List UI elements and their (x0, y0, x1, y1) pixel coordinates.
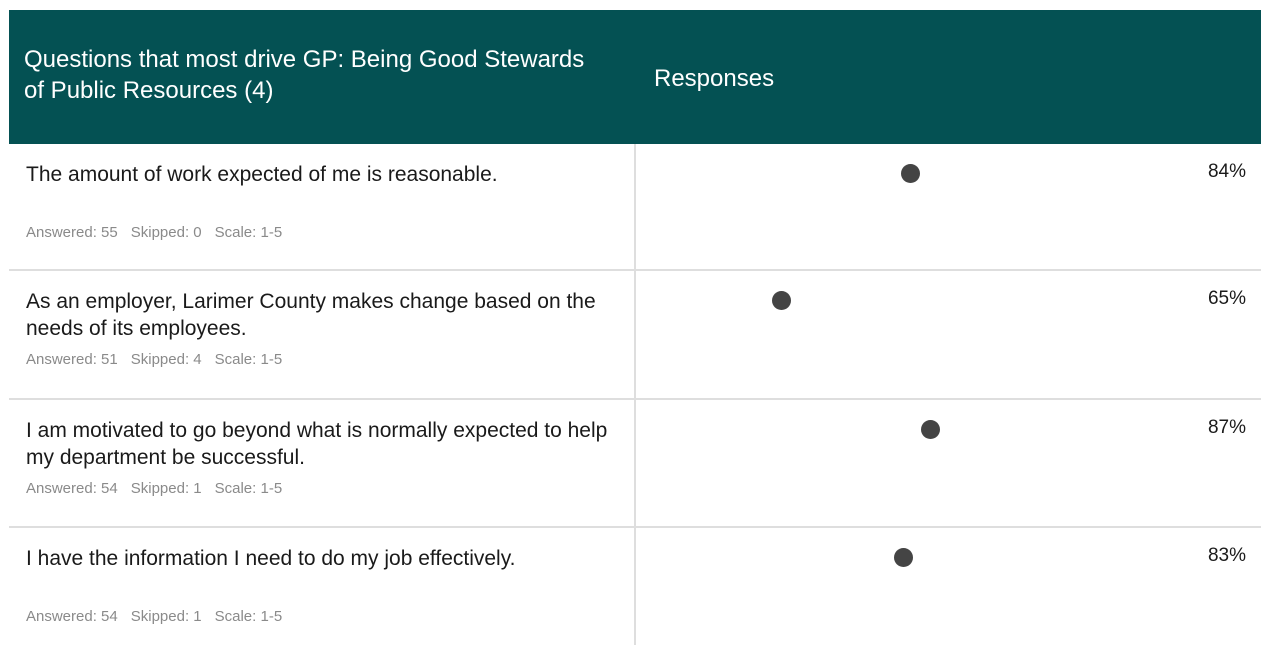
response-dot (771, 291, 791, 310)
answered-count: Answered: 51 (26, 351, 118, 368)
answered-count: Answered: 54 (26, 608, 118, 625)
skipped-count: Skipped: 0 (130, 224, 202, 241)
response-dot (921, 420, 941, 439)
question-text: As an employer, Larimer County makes cha… (26, 290, 596, 340)
questions-column-header: Questions that most drive GP: Being Good… (24, 46, 585, 104)
table-header: Questions that most drive GP: Being Good… (9, 10, 1261, 144)
response-dot (900, 164, 920, 183)
response-percent: 65% (1207, 288, 1246, 309)
responses-column-header: Responses (654, 65, 775, 92)
question-meta: Answered: 54 Skipped: 1 Scale: 1-5 (26, 480, 295, 497)
scale-label: Scale: 1-5 (214, 224, 283, 241)
response-percent: 84% (1207, 161, 1246, 182)
scale-label: Scale: 1-5 (214, 480, 283, 497)
question-meta: Answered: 55 Skipped: 0 Scale: 1-5 (26, 224, 295, 241)
response-dot (893, 548, 913, 567)
answered-count: Answered: 55 (26, 224, 118, 241)
results-table: Questions that most drive GP: Being Good… (9, 10, 1261, 645)
table-row: I have the information I need to do my j… (9, 528, 1261, 645)
table-row: I am motivated to go beyond what is norm… (9, 400, 1261, 528)
question-cell: The amount of work expected of me is rea… (9, 144, 636, 269)
question-cell: I have the information I need to do my j… (9, 528, 636, 645)
question-cell: As an employer, Larimer County makes cha… (9, 271, 636, 398)
scale-label: Scale: 1-5 (214, 351, 283, 368)
table-row: As an employer, Larimer County makes cha… (9, 271, 1261, 400)
answered-count: Answered: 54 (26, 480, 118, 497)
skipped-count: Skipped: 1 (130, 480, 202, 497)
table-row: The amount of work expected of me is rea… (9, 144, 1261, 271)
question-meta: Answered: 51 Skipped: 4 Scale: 1-5 (26, 351, 295, 368)
question-text: I am motivated to go beyond what is norm… (26, 419, 608, 469)
question-text: The amount of work expected of me is rea… (26, 163, 498, 186)
question-meta: Answered: 54 Skipped: 1 Scale: 1-5 (26, 608, 295, 625)
skipped-count: Skipped: 4 (130, 351, 202, 368)
response-percent: 87% (1207, 417, 1246, 438)
question-cell: I am motivated to go beyond what is norm… (9, 400, 636, 526)
scale-label: Scale: 1-5 (214, 608, 283, 625)
response-percent: 83% (1207, 545, 1246, 566)
skipped-count: Skipped: 1 (130, 608, 202, 625)
question-text: I have the information I need to do my j… (26, 547, 516, 570)
